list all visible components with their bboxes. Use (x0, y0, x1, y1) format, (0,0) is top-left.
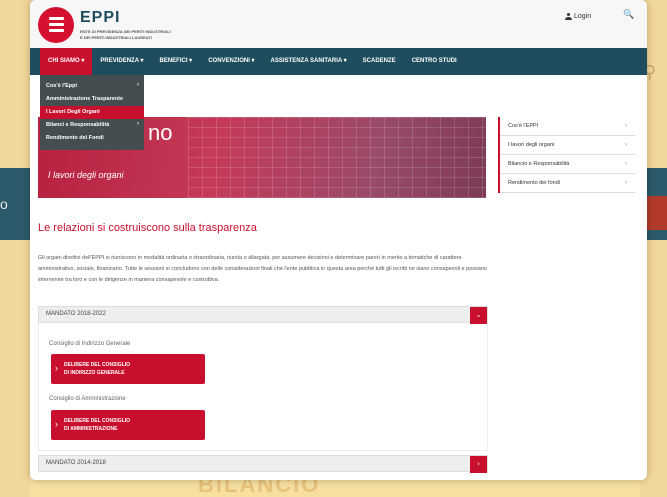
group-label-indirizzo: Consiglio di Indirizzo Generale (49, 341, 131, 347)
user-icon (565, 13, 572, 20)
accordion-mandato-2018-2022[interactable]: MANDATO 2018-2022 ⌄ (38, 306, 488, 324)
dropdown-item-amministrazione-trasparente[interactable]: Amministrazione Trasparente (40, 93, 144, 106)
sidebar-item-cos-e-eppi[interactable]: Cos'è l'EPPI › (500, 117, 635, 136)
hero-title: no (148, 120, 173, 145)
page-window: EPPI ENTE DI PREVIDENZA DEI PERITI INDUS… (30, 0, 647, 480)
dropdown-item-rendimento-fondi[interactable]: Rendimento dei Fondi (40, 132, 144, 145)
nav-item-convenzioni[interactable]: CONVENZIONI ▾ (200, 48, 262, 75)
sidebar-menu: Cos'è l'EPPI › I lavori degli organi › B… (498, 117, 635, 193)
button-label-line2: DI AMMINISTRAZIONE (64, 426, 118, 432)
sidebar-item-rendimento[interactable]: Rendimento dei fondi › (500, 174, 635, 193)
chevron-right-icon: › (625, 142, 627, 148)
main-nav: CHI SIAMO ▾ PREVIDENZA ▾ BENEFICI ▾ CONV… (30, 48, 647, 75)
login-label: Login (574, 13, 592, 20)
logo-subtitle-line1: ENTE DI PREVIDENZA DEI PERITI INDUSTRIAL… (80, 29, 171, 34)
nav-item-benefici[interactable]: BENEFICI ▾ (152, 48, 201, 75)
intro-paragraph: Gli organi direttivi dell'EPPI si riunis… (38, 255, 487, 283)
dropdown-item-label: Rendimento dei Fondi (46, 135, 104, 141)
chevron-right-icon[interactable]: › (470, 456, 487, 473)
delibere-indirizzo-button[interactable]: › DELIBERE DEL CONSIGLIO DI INDIRIZZO GE… (51, 354, 205, 384)
sidebar-item-label: Cos'è l'EPPI (508, 123, 539, 129)
sidebar-item-bilancio[interactable]: Bilancio e Responsabilità › (500, 155, 635, 174)
logo-subtitle-line2: E DEI PERITI INDUSTRIALI LAUREATI (80, 35, 152, 40)
search-icon[interactable]: 🔍 (623, 10, 634, 20)
sidebar-item-label: Bilancio e Responsabilità (508, 161, 570, 167)
dropdown-item-lavori-degli-organi[interactable]: I Lavori Degli Organi (40, 106, 144, 119)
sidebar-item-lavori-organi[interactable]: I lavori degli organi › (500, 136, 635, 155)
nav-item-assistenza-sanitaria[interactable]: ASSISTENZA SANITARIA ▾ (263, 48, 355, 75)
nav-item-chi-siamo[interactable]: CHI SIAMO ▾ (40, 48, 93, 75)
dropdown-item-label: I Lavori Degli Organi (46, 109, 100, 115)
chevron-right-icon: › (137, 121, 139, 127)
accordion-title: MANDATO 2018-2022 (46, 311, 106, 317)
sidebar-item-label: Rendimento dei fondi (508, 180, 560, 186)
accordion-mandato-2014-2018[interactable]: MANDATO 2014-2018 › (38, 455, 488, 473)
delibere-amministrazione-button[interactable]: › DELIBERE DEL CONSIGLIO DI AMMINISTRAZI… (51, 410, 205, 440)
nav-item-previdenza[interactable]: PREVIDENZA ▾ (92, 48, 151, 75)
chevron-down-icon[interactable]: ⌄ (470, 307, 487, 324)
chevron-right-icon: › (625, 161, 627, 167)
hero-building-image (188, 117, 486, 198)
top-bar: EPPI ENTE DI PREVIDENZA DEI PERITI INDUS… (30, 0, 647, 48)
dropdown-item-bilanci[interactable]: Bilanci e Responsabilità › (40, 119, 144, 132)
nav-item-centro-studi[interactable]: CENTRO STUDI (404, 48, 465, 75)
section-heading: Le relazioni si costruiscono sulla trasp… (38, 222, 257, 234)
accordion-body: Consiglio di Indirizzo Generale › DELIBE… (38, 323, 488, 451)
sidebar-item-label: I lavori degli organi (508, 142, 555, 148)
button-label-line1: DELIBERE DEL CONSIGLIO (64, 362, 131, 368)
button-label-line1: DELIBERE DEL CONSIGLIO (64, 418, 131, 424)
dropdown-item-label: Cos'è l'Eppi (46, 83, 78, 89)
group-label-amministrazione: Consiglio di Amministrazione (49, 396, 126, 402)
button-label-line2: DI INDIRIZZO GENERALE (64, 370, 125, 376)
chevron-right-icon: › (625, 123, 627, 129)
dropdown-item-label: Bilanci e Responsabilità (46, 122, 110, 128)
chevron-right-icon: › (625, 180, 627, 186)
accordion-title: MANDATO 2014-2018 (46, 460, 106, 466)
dropdown-item-label: Amministrazione Trasparente (46, 96, 124, 102)
chevron-right-icon: › (137, 82, 139, 88)
background-band-text: o (0, 196, 8, 212)
eppi-logo-icon[interactable] (38, 7, 74, 43)
nav-item-scadenze[interactable]: SCADENZE (355, 48, 404, 75)
chevron-right-icon: › (55, 419, 58, 429)
chevron-right-icon: › (55, 363, 58, 373)
hero-subtitle: I lavori degli organi (48, 170, 124, 180)
dropdown-item-cos-e-eppi[interactable]: Cos'è l'Eppi › (40, 80, 144, 93)
login-link[interactable]: Login (565, 13, 591, 20)
chi-siamo-dropdown: Cos'è l'Eppi › Amministrazione Trasparen… (40, 75, 144, 150)
logo-name[interactable]: EPPI (80, 9, 120, 27)
